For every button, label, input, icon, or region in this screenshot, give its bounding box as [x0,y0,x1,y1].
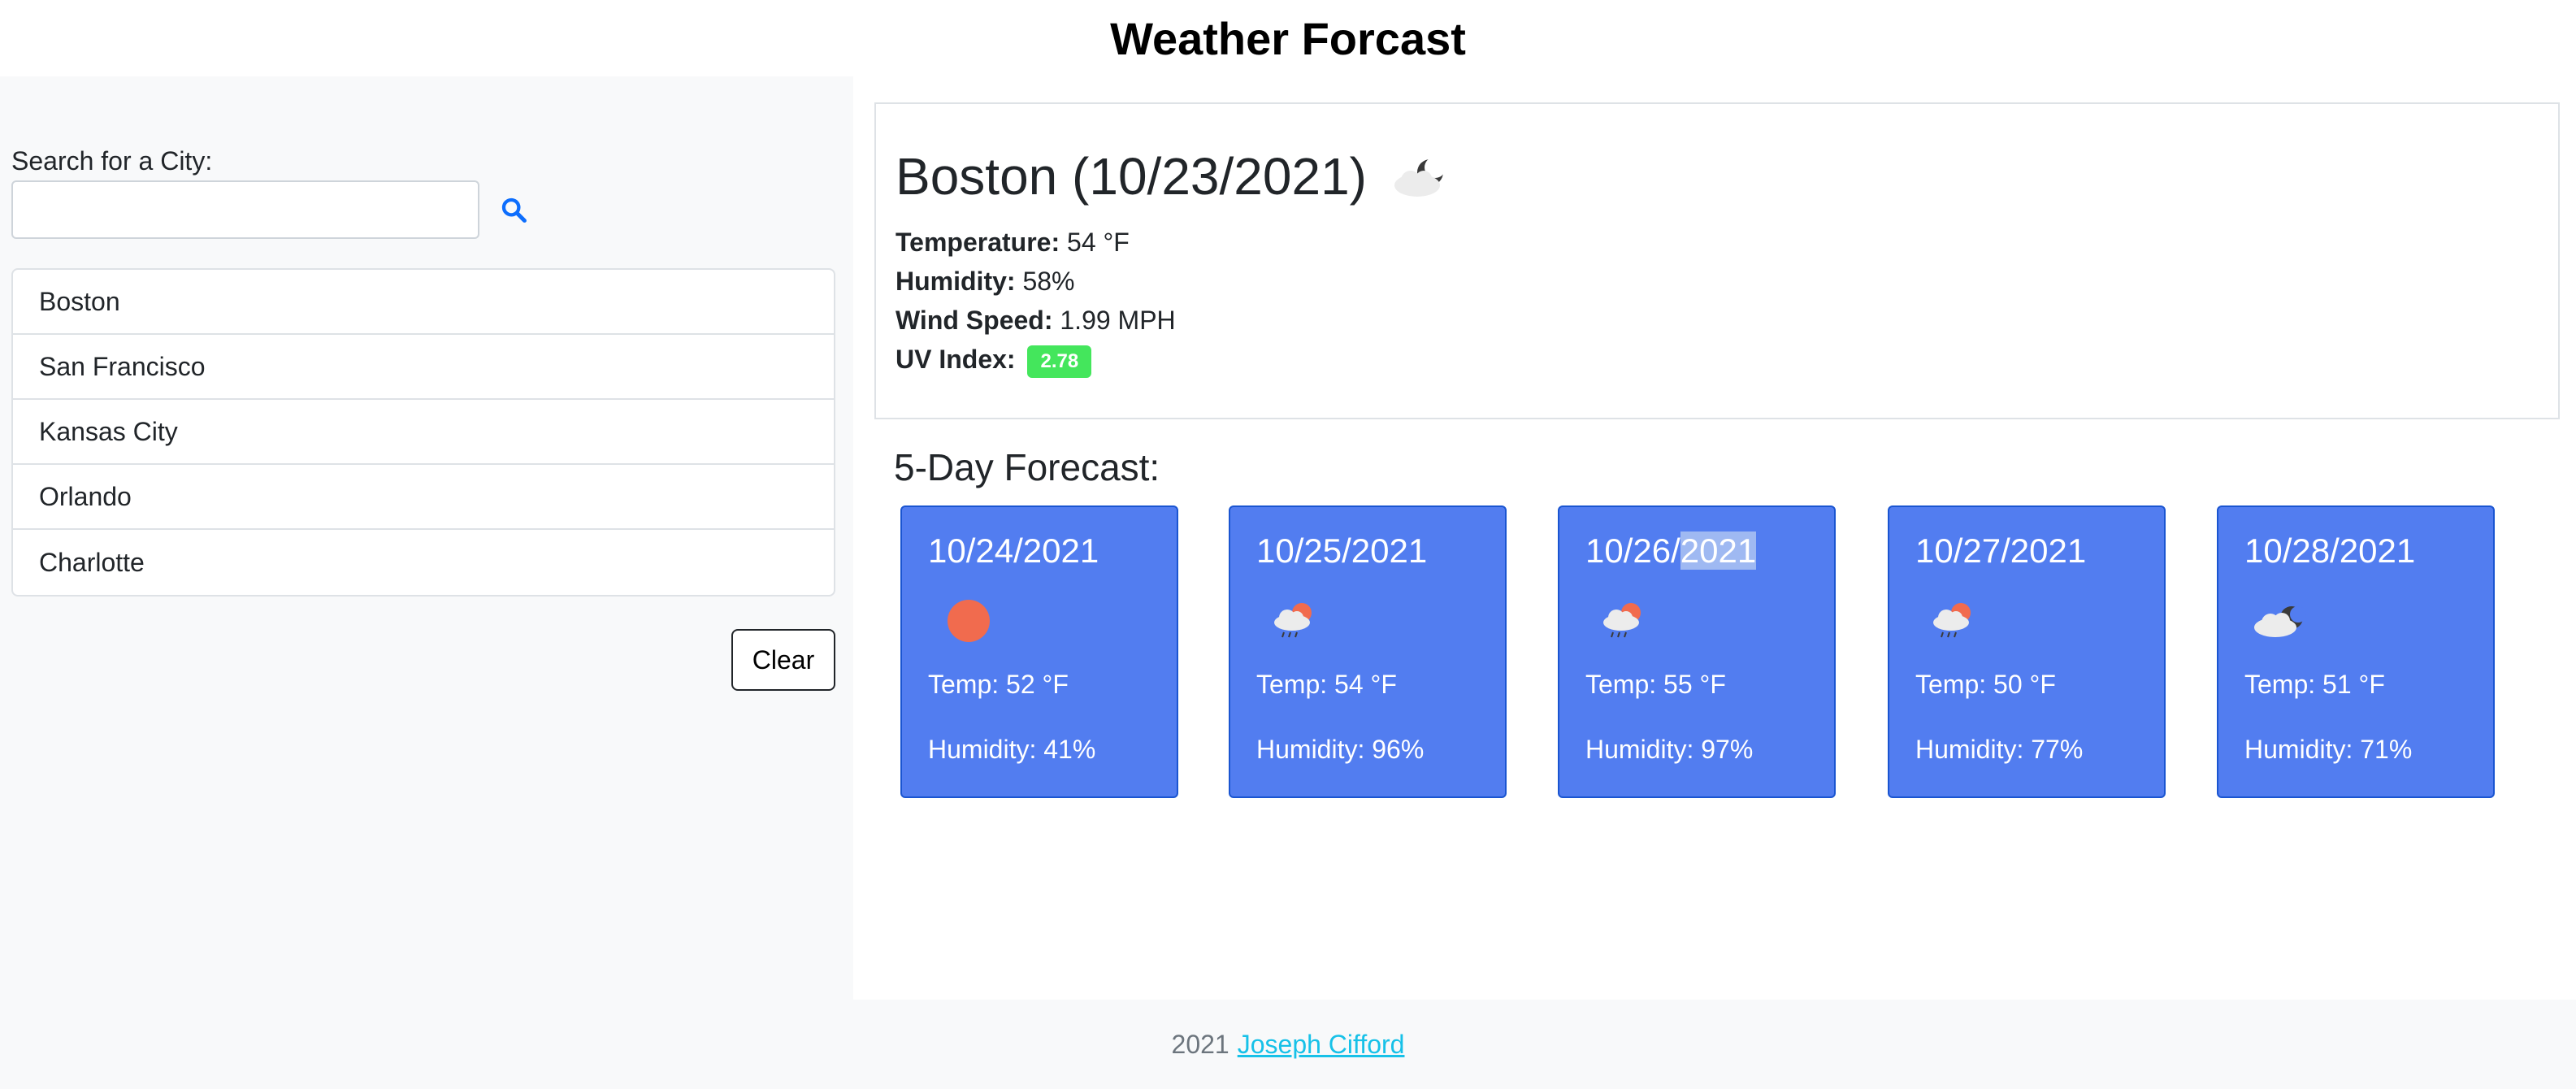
clear-button[interactable]: Clear [731,629,835,691]
wind-row: Wind Speed: 1.99 MPH [896,306,1176,336]
forecast-humidity: Humidity: 41% [928,735,1096,764]
forecast-humidity: Humidity: 96% [1256,735,1425,764]
forecast-temp: Temp: 54 °F [1256,670,1397,699]
history-item-orlando[interactable]: Orlando [13,465,834,530]
wind-value: 1.99 MPH [1060,306,1176,335]
forecast-date-highlighted: 2021 [1680,531,1757,570]
temperature-row: Temperature: 54 °F [896,228,1130,258]
temperature-label: Temperature: [896,228,1060,257]
forecast-date: 10/27/2021 [1915,531,2087,570]
forecast-temp: Temp: 50 °F [1915,670,2056,699]
footer-year: 2021 [1171,1029,1229,1059]
forecast-card: 10/25/2021 Temp: 54 °F Humidity: 96% [1229,505,1507,798]
page-header: Weather Forcast [0,0,2576,76]
rain-sun-icon [1274,603,1312,638]
uv-label: UV Index: [896,345,1016,374]
history-item-kansas-city[interactable]: Kansas City [13,400,834,465]
forecast-temp: Temp: 51 °F [2244,670,2385,699]
search-input[interactable] [11,180,479,239]
sidebar: Search for a City: Boston San Francisco … [0,76,853,1000]
forecast-humidity: Humidity: 97% [1585,735,1754,764]
forecast-temp: Temp: 55 °F [1585,670,1726,699]
humidity-row: Humidity: 58% [896,267,1074,297]
cloudy-night-icon [2254,606,2306,637]
forecast-temp: Temp: 52 °F [928,670,1069,699]
search-label: Search for a City: [11,146,213,176]
search-icon [501,197,527,223]
rain-sun-icon [1603,603,1641,638]
humidity-label: Humidity: [896,267,1016,296]
forecast-date: 10/26/2021 [1585,531,1757,571]
sun-icon [948,600,990,642]
forecast-title: 5-Day Forecast: [894,446,1160,488]
forecast-card: 10/26/2021 Temp: 55 °F Humidity: 97% [1558,505,1836,798]
wind-label: Wind Speed: [896,306,1053,335]
current-weather-card: Boston (10/23/2021) Temperature: 54 °F H… [874,102,2560,419]
humidity-value: 58% [1022,267,1075,296]
forecast-humidity: Humidity: 77% [1915,735,2084,764]
uv-row: UV Index: 2.78 [896,345,1092,378]
author-link[interactable]: Joseph Cifford [1238,1030,1405,1060]
history-item-charlotte[interactable]: Charlotte [13,530,834,595]
search-history-list: Boston San Francisco Kansas City Orlando… [11,268,835,597]
forecast-humidity: Humidity: 71% [2244,735,2413,764]
search-button[interactable] [491,187,536,232]
forecast-date: 10/28/2021 [2244,531,2416,570]
forecast-date: 10/25/2021 [1256,531,1428,570]
temperature-value: 54 °F [1067,228,1130,257]
uv-badge: 2.78 [1027,345,1092,378]
forecast-card: 10/27/2021 Temp: 50 °F Humidity: 77% [1888,505,2166,798]
page-title: Weather Forcast [1110,12,1466,64]
forecast-card: 10/28/2021 Temp: 51 °F Humidity: 71% [2217,505,2495,798]
forecast-date-part: 10/26/ [1585,531,1680,570]
forecast-card: 10/24/2021 Temp: 52 °F Humidity: 41% [900,505,1178,798]
partly-cloudy-night-icon [1394,157,1446,197]
rain-sun-icon [1933,603,1971,638]
history-item-san-francisco[interactable]: San Francisco [13,335,834,400]
footer: 2021 Joseph Cifford [0,1000,2576,1089]
history-item-boston[interactable]: Boston [13,270,834,335]
forecast-date: 10/24/2021 [928,531,1099,570]
current-city-heading: Boston (10/23/2021) [896,147,1367,206]
